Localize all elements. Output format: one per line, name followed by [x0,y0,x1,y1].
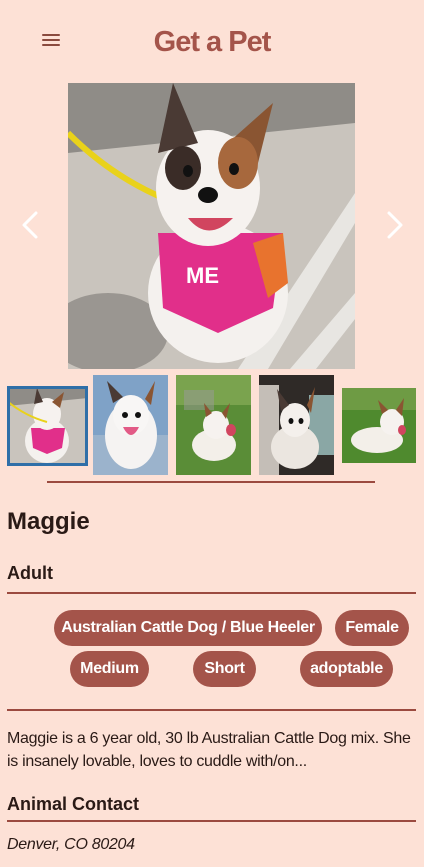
app-title: Get a Pet [153,26,272,58]
contact-location: Denver, CO 80204 [7,836,135,853]
thumbnail-5[interactable] [342,388,416,463]
main-pet-photo: ME [68,83,355,369]
tag-size: Medium [70,651,149,687]
thumbnail-1[interactable] [7,386,88,466]
thumbnail-4[interactable] [259,375,334,475]
contact-divider [7,820,416,822]
attributes-divider-top [7,592,416,594]
attributes-divider-bottom [7,709,416,711]
previous-photo-button[interactable] [18,210,44,240]
animal-contact-heading: Animal Contact [7,794,140,814]
thumbnail-3[interactable] [176,375,251,475]
svg-text:ME: ME [186,263,219,288]
tag-breed: Australian Cattle Dog / Blue Heeler [54,610,322,646]
gallery-divider [47,481,375,483]
chevron-left-icon [22,211,38,239]
pet-age: Adult [7,563,53,583]
thumbnail-2[interactable] [93,375,168,475]
pet-name: Maggie [7,508,90,535]
tag-status: adoptable [300,651,393,687]
tag-coat: Short [193,651,256,687]
tag-gender: Female [335,610,409,646]
chevron-right-icon [387,211,403,239]
pet-description: Maggie is a 6 year old, 30 lb Australian… [7,730,411,770]
next-photo-button[interactable] [381,210,407,240]
